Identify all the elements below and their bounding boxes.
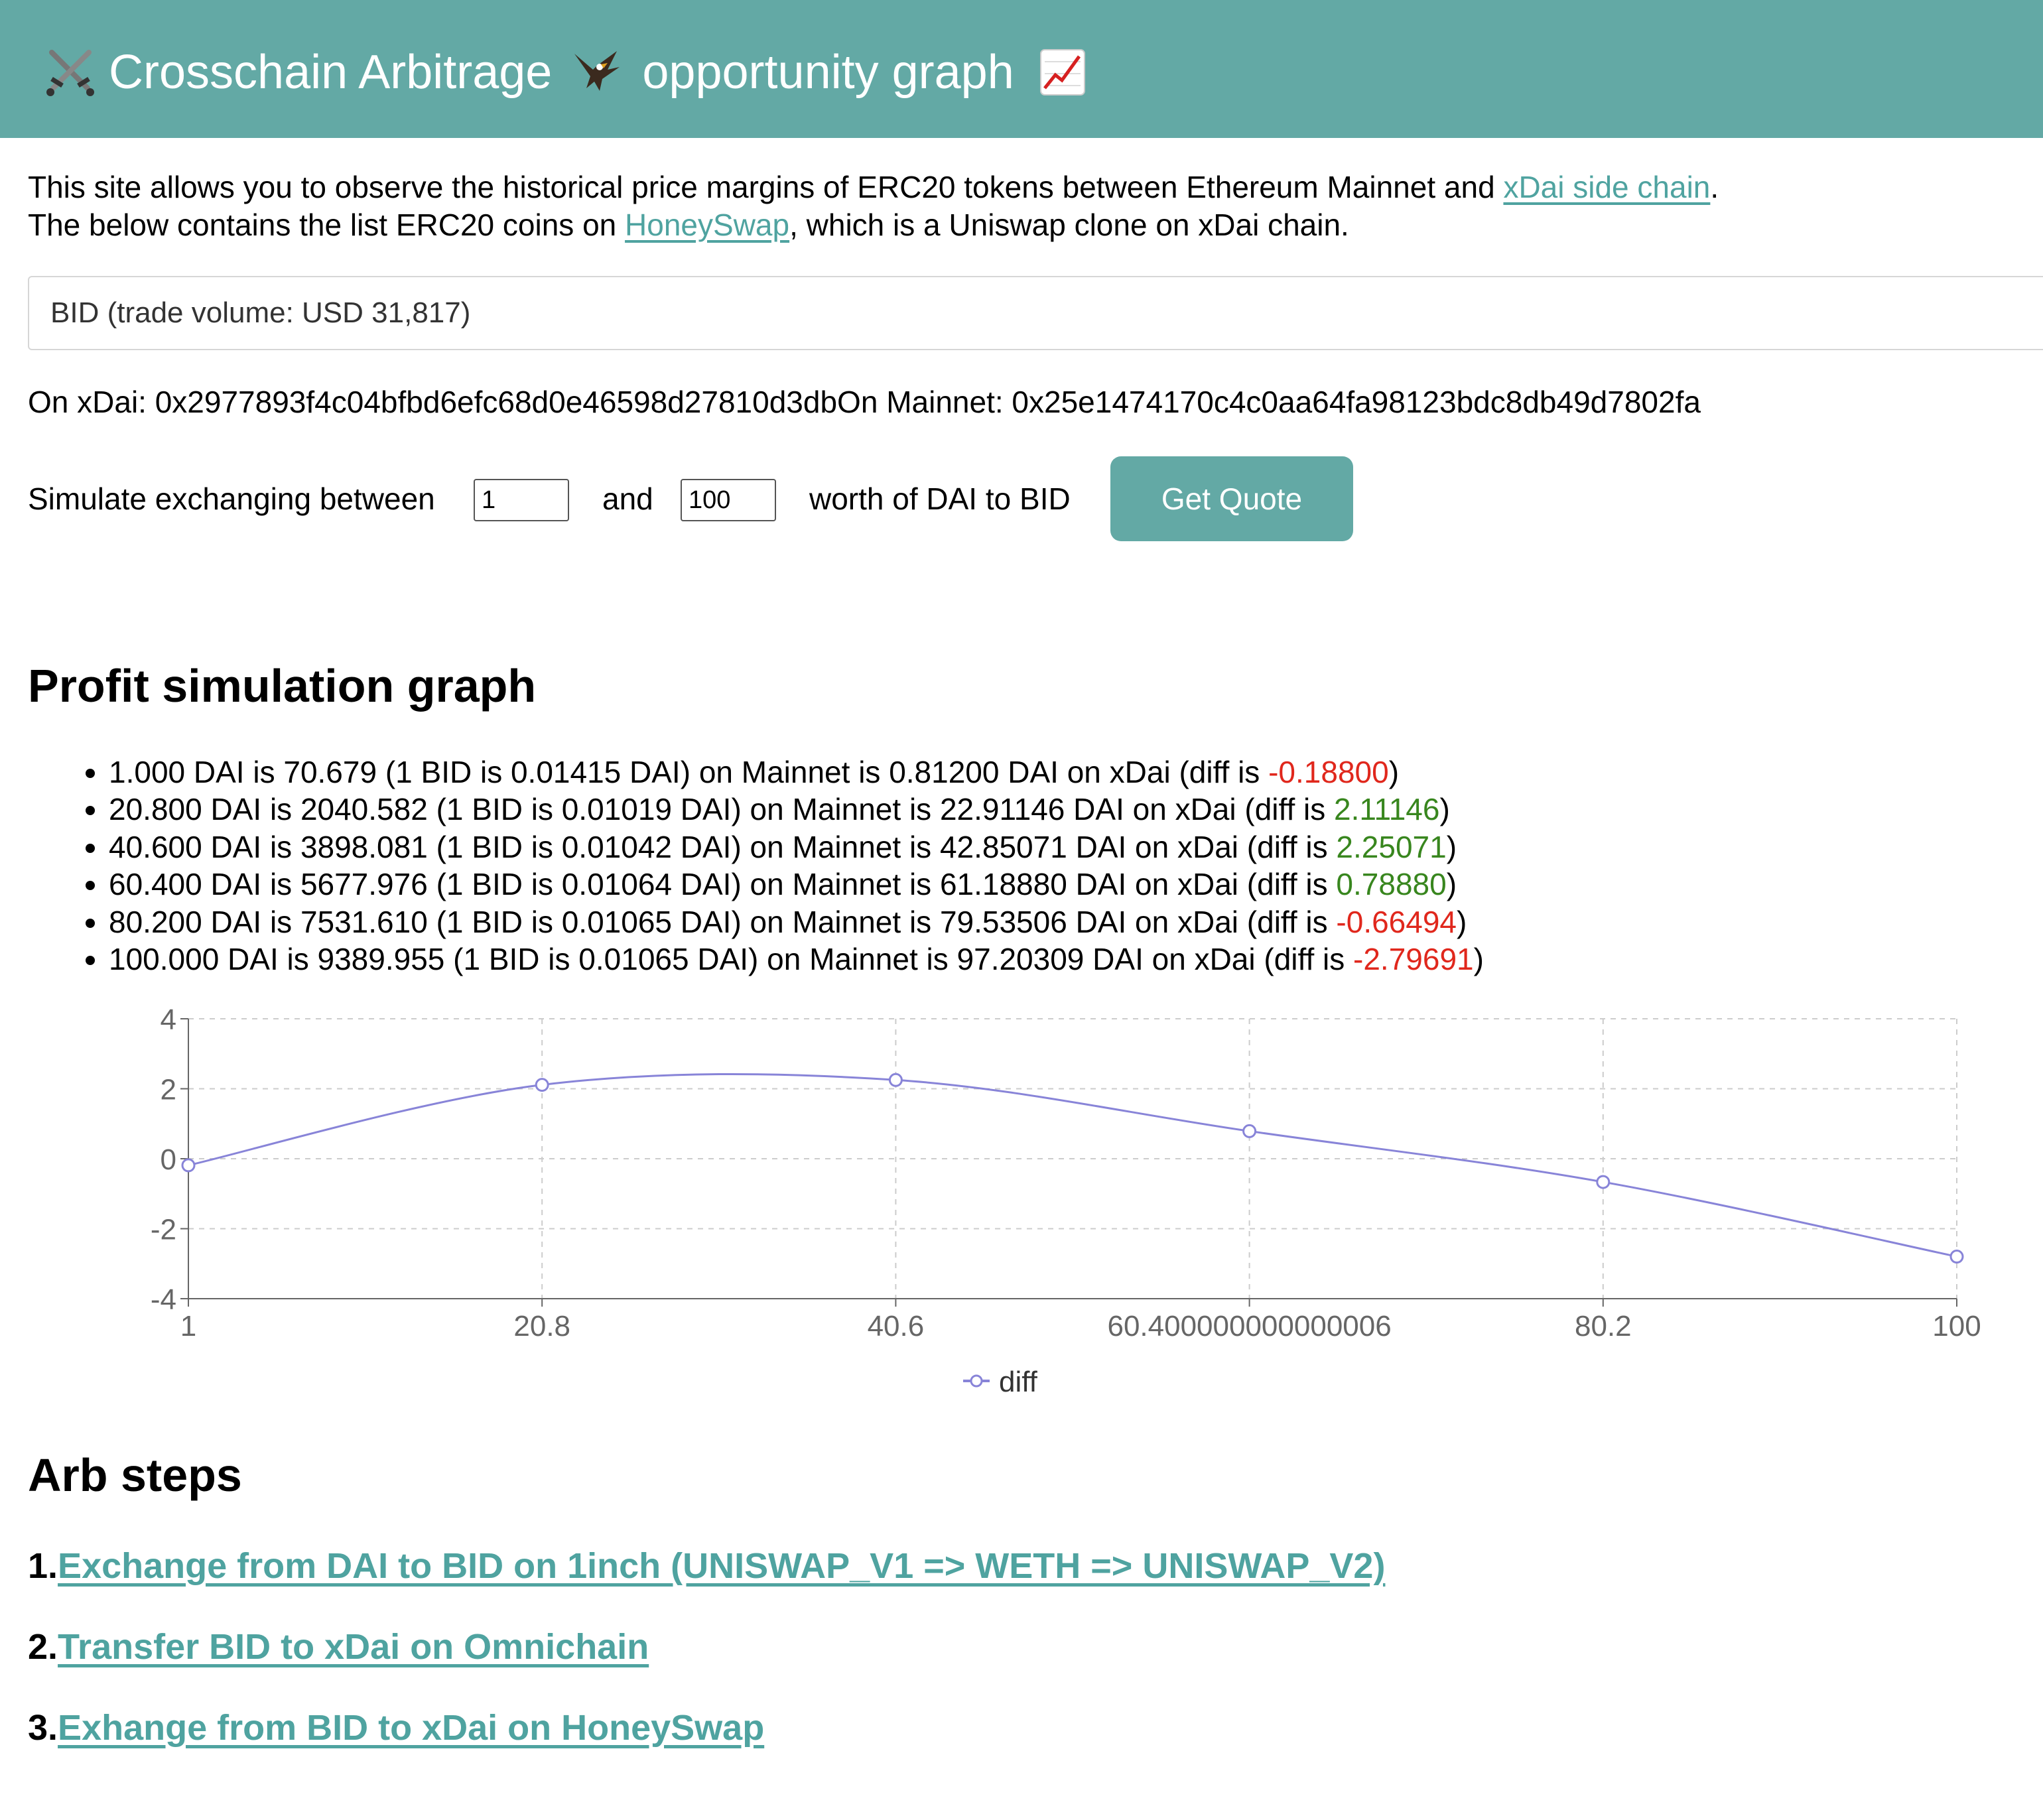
eagle-icon — [574, 50, 620, 91]
x-tick-label: 80.2 — [1575, 1310, 1632, 1342]
title-text-part2: opportunity graph — [642, 45, 1014, 99]
x-tick-label: 1 — [180, 1310, 196, 1342]
x-tick-label: 60.400000000000006 — [1107, 1310, 1391, 1342]
chart-grid — [188, 1018, 1957, 1299]
diff-value: -0.66494 — [1336, 904, 1457, 939]
arb-step-3: 3.Exhange from BID to xDai on HoneySwap — [28, 1708, 765, 1748]
step-3-link[interactable]: Exhange from BID to xDai on HoneySwap — [58, 1708, 764, 1748]
arb-step-2: 2.Transfer BID to xDai on Omnichain — [28, 1627, 649, 1667]
data-point — [1949, 1250, 1964, 1264]
crossed-swords-icon — [46, 49, 94, 96]
result-item: 40.600 DAI is 3898.081 (1 BID is 0.01042… — [109, 828, 1484, 866]
arb-step-1: 1.Exchange from DAI to BID on 1inch (UNI… — [28, 1546, 1386, 1586]
result-item: 1.000 DAI is 70.679 (1 BID is 0.01415 DA… — [109, 753, 1484, 791]
chart-legend: diff — [963, 1366, 1038, 1398]
diff-value: 2.25071 — [1336, 829, 1447, 864]
y-tick-label: 4 — [161, 1004, 176, 1036]
diff-value: -0.18800 — [1268, 755, 1389, 789]
data-point — [181, 1158, 196, 1173]
data-point — [1596, 1175, 1611, 1189]
diff-value: -2.79691 — [1353, 942, 1474, 977]
honeyswap-link[interactable]: HoneySwap — [625, 208, 789, 242]
and-label: and — [602, 482, 653, 516]
xdai-sidechain-link[interactable]: xDai side chain — [1503, 170, 1710, 204]
y-tick-label: 2 — [161, 1074, 176, 1106]
profit-line-chart: -4 -2 0 2 4 1 20.8 40.6 60.400000000000006 80.2 10… — [151, 1004, 1981, 1398]
arb-steps-heading: Arb steps — [28, 1449, 242, 1501]
get-quote-button[interactable]: Get Quote — [1110, 456, 1353, 541]
result-item: 100.000 DAI is 9389.955 (1 BID is 0.0106… — [109, 941, 1484, 978]
data-point — [1242, 1124, 1257, 1138]
intro-line-1: This site allows you to observe the hist… — [28, 170, 1719, 204]
page-title: Crosschain Arbitrage opportunity graph — [45, 32, 1086, 109]
data-point — [888, 1072, 903, 1087]
legend-marker-icon — [970, 1374, 983, 1388]
intro-text: This site allows you to observe the hist… — [28, 168, 2005, 244]
profit-section-heading: Profit simulation graph — [28, 660, 537, 712]
data-point — [535, 1078, 549, 1092]
y-tick-label: -2 — [151, 1214, 176, 1246]
results-list: 1.000 DAI is 70.679 (1 BID is 0.01415 DA… — [28, 753, 1484, 978]
step-1-link[interactable]: Exchange from DAI to BID on 1inch (UNISW… — [58, 1546, 1385, 1586]
step-2-link[interactable]: Transfer BID to xDai on Omnichain — [58, 1627, 649, 1667]
simulate-form: Simulate exchanging between and worth of… — [28, 456, 1620, 541]
diff-value: 2.11146 — [1334, 792, 1440, 827]
chart-increasing-icon — [1039, 48, 1085, 96]
max-amount-input[interactable] — [681, 479, 776, 521]
title-text-part1: Crosschain Arbitrage — [109, 45, 553, 99]
x-tick-label: 100 — [1932, 1310, 1981, 1342]
token-select[interactable]: BID (trade volume: USD 31,817) — [28, 276, 2043, 350]
token-select-value: BID (trade volume: USD 31,817) — [50, 296, 471, 329]
token-addresses: On xDai: 0x2977893f4c04bfbd6efc68d0e4659… — [28, 385, 1701, 419]
result-item: 60.400 DAI is 5677.976 (1 BID is 0.01064… — [109, 866, 1484, 903]
diff-value: 0.78880 — [1336, 867, 1447, 902]
app-header: Crosschain Arbitrage opportunity graph — [0, 0, 2043, 138]
x-tick-label: 20.8 — [513, 1310, 570, 1342]
simulate-label: Simulate exchanging between — [28, 482, 435, 516]
legend-label: diff — [999, 1366, 1038, 1398]
result-item: 20.800 DAI is 2040.582 (1 BID is 0.01019… — [109, 791, 1484, 828]
result-item: 80.200 DAI is 7531.610 (1 BID is 0.01065… — [109, 903, 1484, 941]
y-tick-label: -4 — [151, 1283, 176, 1316]
y-tick-label: 0 — [161, 1143, 176, 1176]
min-amount-input[interactable] — [474, 479, 569, 521]
chart-series — [181, 1072, 1964, 1264]
worth-label: worth of DAI to BID — [809, 482, 1071, 516]
intro-line-2: The below contains the list ERC20 coins … — [28, 208, 1349, 242]
chart-ticks: -4 -2 0 2 4 1 20.8 40.6 60.400000000000006 80.2 10… — [151, 1004, 1981, 1342]
x-tick-label: 40.6 — [868, 1310, 925, 1342]
